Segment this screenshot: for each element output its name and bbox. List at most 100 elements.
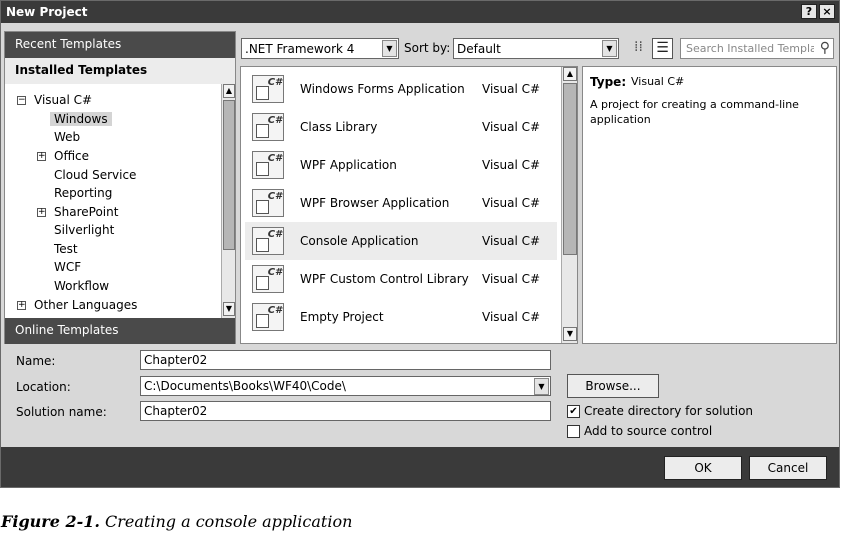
template-row[interactable]: WPF Custom Control Library Visual C#	[245, 260, 557, 298]
template-language: Visual C#	[482, 196, 541, 210]
tree-item-wcf[interactable]: WCF	[54, 260, 81, 274]
recent-templates-header[interactable]: Recent Templates	[5, 32, 235, 58]
sort-by-label: Sort by:	[404, 41, 451, 55]
small-icons-view-icon[interactable]: ⁞⁞	[628, 38, 649, 59]
template-language: Visual C#	[482, 158, 541, 172]
template-row[interactable]: WPF Application Visual C#	[245, 146, 557, 184]
template-name: Windows Forms Application	[300, 82, 465, 96]
source-control-checkbox[interactable]	[567, 425, 580, 438]
location-combobox[interactable]: C:\Documents\Books\WF40\Code\ ▼	[140, 376, 551, 396]
tree-item-cloud-service[interactable]: Cloud Service	[54, 168, 136, 182]
class-library-icon	[252, 113, 284, 141]
new-project-dialog: New Project ? × Recent Templates Install…	[0, 0, 840, 488]
wpf-application-icon	[252, 151, 284, 179]
framework-value: .NET Framework 4	[245, 42, 355, 56]
template-row[interactable]: WPF Browser Application Visual C#	[245, 184, 557, 222]
source-control-label[interactable]: Add to source control	[584, 424, 712, 438]
scroll-up-arrow-icon[interactable]: ▲	[223, 84, 235, 98]
tree-item-office[interactable]: Office	[54, 149, 89, 163]
help-button[interactable]: ?	[801, 4, 817, 19]
expand-other-languages-icon[interactable]: +	[17, 301, 26, 310]
search-templates-input[interactable]: Search Installed Templat ⚲	[680, 38, 834, 59]
template-language: Visual C#	[482, 234, 541, 248]
template-name: WPF Custom Control Library	[300, 272, 469, 286]
tree-item-test[interactable]: Test	[54, 242, 78, 256]
dialog-button-bar: OK Cancel	[1, 447, 839, 487]
tree-item-silverlight[interactable]: Silverlight	[54, 223, 114, 237]
search-icon[interactable]: ⚲	[820, 40, 830, 56]
tree-item-workflow[interactable]: Workflow	[54, 279, 109, 293]
chevron-down-icon[interactable]: ▼	[382, 40, 397, 57]
solution-name-value: Chapter02	[144, 404, 208, 418]
close-button[interactable]: ×	[819, 4, 835, 19]
tree-item-reporting[interactable]: Reporting	[54, 186, 112, 200]
template-name: WPF Application	[300, 158, 397, 172]
list-view-icon[interactable]: ☰	[652, 38, 673, 59]
sort-by-value: Default	[457, 42, 501, 56]
template-language: Visual C#	[482, 120, 541, 134]
create-directory-checkbox[interactable]: ✔	[567, 405, 580, 418]
collapse-visual-csharp-icon[interactable]: −	[17, 96, 26, 105]
window-title: New Project	[6, 5, 88, 19]
template-name: Class Library	[300, 120, 378, 134]
template-name: Empty Project	[300, 310, 384, 324]
template-list: Windows Forms Application Visual C# Clas…	[240, 66, 578, 344]
description-text: A project for creating a command-line ap…	[590, 98, 799, 126]
figure-caption: Figure 2-1. Creating a console applicati…	[1, 512, 352, 531]
tree-item-visual-csharp[interactable]: Visual C#	[34, 93, 92, 107]
sort-by-select[interactable]: Default ▼	[453, 38, 619, 59]
name-value: Chapter02	[144, 353, 208, 367]
solution-name-input[interactable]: Chapter02	[140, 401, 551, 421]
template-row[interactable]: Class Library Visual C#	[245, 108, 557, 146]
online-templates-header[interactable]: Online Templates	[5, 318, 235, 344]
create-directory-label[interactable]: Create directory for solution	[584, 404, 753, 418]
tree-item-sharepoint[interactable]: SharePoint	[54, 205, 118, 219]
expand-office-icon[interactable]: +	[37, 152, 46, 161]
template-language: Visual C#	[482, 272, 541, 286]
tree-item-windows[interactable]: Windows	[50, 112, 112, 126]
template-name: WPF Browser Application	[300, 196, 450, 210]
chevron-down-icon[interactable]: ▼	[602, 40, 617, 57]
browse-button[interactable]: Browse...	[567, 374, 659, 398]
installed-templates-header[interactable]: Installed Templates	[5, 58, 235, 84]
type-label: Type:	[590, 75, 627, 89]
chevron-down-icon[interactable]: ▼	[534, 378, 549, 395]
template-language: Visual C#	[482, 82, 541, 96]
template-row-selected[interactable]: Console Application Visual C#	[245, 222, 557, 260]
scroll-up-arrow-icon[interactable]: ▲	[563, 67, 577, 81]
figure-caption-text: Creating a console application	[105, 512, 353, 531]
location-label: Location:	[16, 380, 71, 394]
template-description: Type: Visual C# A project for creating a…	[582, 66, 837, 344]
tree-item-other-languages[interactable]: Other Languages	[34, 298, 137, 312]
figure-number: Figure 2-1.	[1, 512, 100, 531]
type-value: Visual C#	[631, 75, 685, 88]
scroll-thumb[interactable]	[223, 100, 235, 250]
title-bar: New Project ? ×	[1, 1, 839, 23]
template-list-scrollbar[interactable]: ▲ ▼	[561, 67, 577, 343]
template-tree: − Visual C# Windows Web + Office Cloud S…	[5, 84, 221, 318]
expand-sharepoint-icon[interactable]: +	[37, 208, 46, 217]
cancel-button[interactable]: Cancel	[749, 456, 827, 480]
solution-name-label: Solution name:	[16, 405, 107, 419]
scroll-down-arrow-icon[interactable]: ▼	[223, 302, 235, 316]
template-name: Console Application	[300, 234, 419, 248]
framework-select[interactable]: .NET Framework 4 ▼	[241, 38, 399, 59]
wpf-browser-icon	[252, 189, 284, 217]
ok-button[interactable]: OK	[664, 456, 742, 480]
tree-item-web[interactable]: Web	[54, 130, 80, 144]
wpf-custom-control-icon	[252, 265, 284, 293]
template-row[interactable]: Windows Forms Application Visual C#	[245, 70, 557, 108]
console-application-icon	[252, 227, 284, 255]
scroll-thumb[interactable]	[563, 83, 577, 255]
template-language: Visual C#	[482, 310, 541, 324]
scroll-down-arrow-icon[interactable]: ▼	[563, 327, 577, 341]
template-navigation: Recent Templates Installed Templates − V…	[4, 31, 236, 344]
name-input[interactable]: Chapter02	[140, 350, 551, 370]
tree-scrollbar[interactable]: ▲ ▼	[221, 84, 235, 318]
search-placeholder: Search Installed Templat	[686, 42, 814, 55]
location-value: C:\Documents\Books\WF40\Code\	[144, 379, 346, 393]
template-row[interactable]: Empty Project Visual C#	[245, 298, 557, 336]
windows-forms-icon	[252, 75, 284, 103]
empty-project-icon	[252, 303, 284, 331]
name-label: Name:	[16, 354, 56, 368]
